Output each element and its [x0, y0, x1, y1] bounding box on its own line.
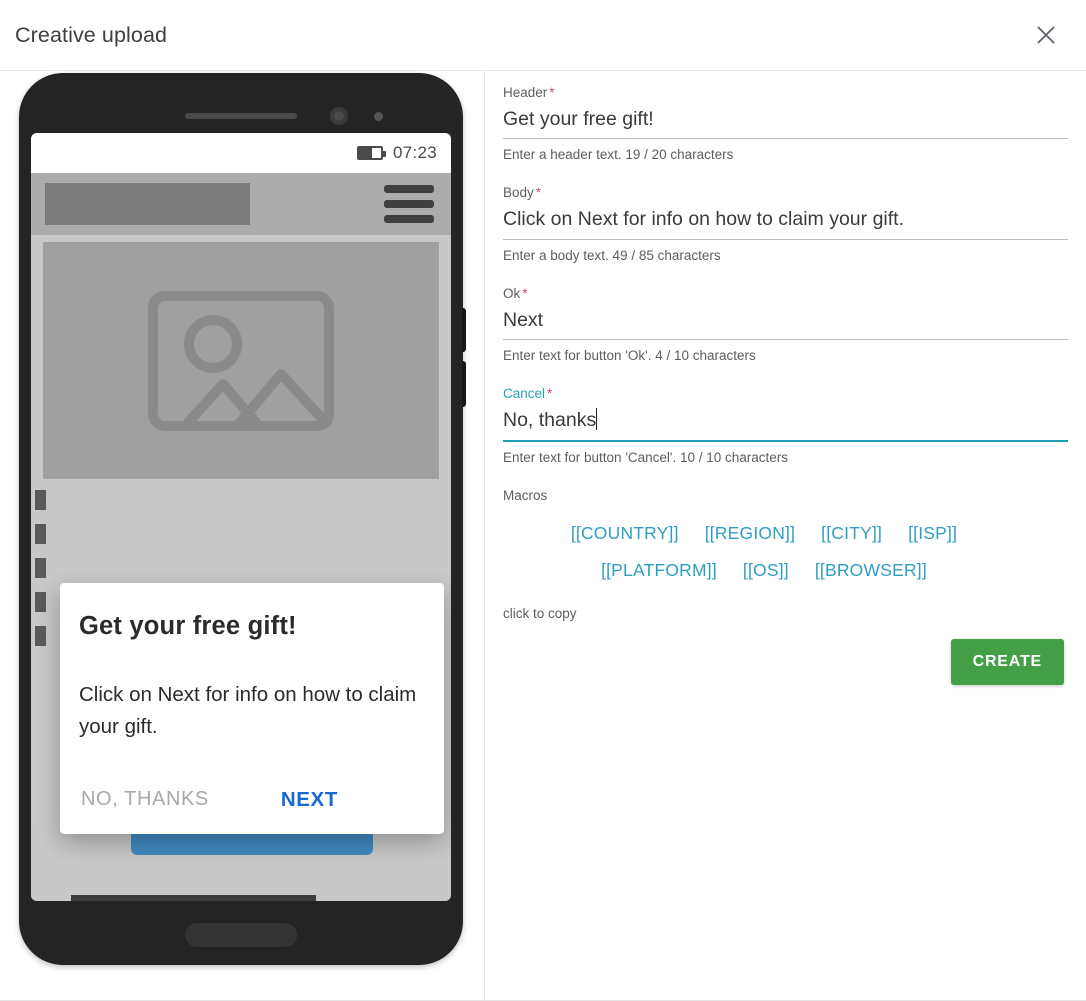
preview-pane: 07:23 Get your free gift! Click on Next … — [0, 71, 485, 1000]
macro-os[interactable]: [[OS]] — [741, 552, 791, 589]
required-marker: * — [522, 285, 528, 301]
field-header-label: Header * — [503, 85, 555, 100]
macros-label: Macros — [503, 487, 548, 503]
create-button[interactable]: CREATE — [950, 638, 1064, 685]
preview-dialog-body: Click on Next for info on how to claim y… — [79, 683, 417, 739]
status-time: 07:23 — [392, 143, 437, 162]
macro-browser[interactable]: [[BROWSER]] — [813, 552, 929, 589]
required-marker: * — [535, 185, 542, 201]
macros-hint: click to copy — [503, 605, 577, 621]
required-marker: * — [547, 386, 553, 402]
close-icon[interactable] — [1028, 17, 1064, 53]
status-bar: 07:23 — [31, 133, 451, 173]
creative-preview-dialog: Get your free gift! Click on Next for in… — [60, 583, 444, 834]
page-title: Creative upload — [15, 22, 168, 47]
field-cancel-label: Cancel * — [503, 386, 553, 402]
text-caret — [596, 408, 598, 431]
field-header: Header * Get your free gift! Enter a head… — [503, 85, 1086, 162]
field-ok-input[interactable]: Next — [503, 308, 1068, 341]
macro-platform[interactable]: [[PLATFORM]] — [599, 552, 719, 589]
mock-side-markers — [35, 490, 46, 646]
field-header-input[interactable]: Get your free gift! — [503, 107, 1068, 140]
preview-ok-button[interactable]: NEXT — [281, 788, 338, 812]
macros-list: [[COUNTRY]] [[REGION]] [[CITY]] [[ISP]] … — [503, 515, 1043, 589]
field-body: Body * Click on Next for info on how to c… — [503, 185, 1086, 263]
preview-cancel-button[interactable]: NO, THANKS — [81, 788, 209, 811]
preview-dialog-actions: NO, THANKS NEXT — [79, 788, 425, 812]
mock-page-content: Get your free gift! Click on Next for in… — [31, 235, 451, 901]
creative-upload-dialog: Creative upload 07:23 Get your free gift… — [0, 0, 1086, 1001]
macro-region[interactable]: [[REGION]] — [703, 515, 797, 552]
field-body-input[interactable]: Click on Next for info on how to claim y… — [503, 207, 1068, 240]
phone-sensor-icon — [374, 112, 383, 121]
phone-home-button — [185, 923, 297, 947]
required-marker: * — [549, 85, 555, 100]
macro-city[interactable]: [[CITY]] — [819, 515, 884, 552]
field-body-label: Body * — [503, 185, 542, 201]
field-ok-label: Ok * — [503, 285, 528, 301]
field-cancel-value: No, thanks — [503, 409, 597, 432]
mock-text-placeholders — [71, 895, 451, 901]
macro-isp[interactable]: [[ISP]] — [906, 515, 959, 552]
phone-speaker-icon — [185, 113, 297, 119]
phone-screen: 07:23 Get your free gift! Click on Next … — [31, 133, 451, 901]
dialog-body: 07:23 Get your free gift! Click on Next … — [0, 71, 1086, 1000]
dialog-header: Creative upload — [0, 0, 1086, 71]
field-ok-hint: Enter text for button 'Ok'. 4 / 10 chara… — [503, 348, 756, 364]
field-header-hint: Enter a header text. 19 / 20 characters — [503, 147, 734, 163]
field-cancel: Cancel * No, thanks Enter text for button… — [503, 386, 1086, 465]
phone-mockup: 07:23 Get your free gift! Click on Next … — [19, 73, 466, 965]
macro-country[interactable]: [[COUNTRY]] — [569, 515, 681, 552]
field-cancel-hint: Enter text for button 'Cancel'. 10 / 10 … — [503, 449, 789, 465]
battery-icon — [356, 146, 386, 160]
field-body-hint: Enter a body text. 49 / 85 characters — [503, 247, 721, 263]
hamburger-menu-icon — [384, 185, 434, 223]
phone-power-button — [462, 361, 466, 407]
mock-logo-placeholder — [45, 183, 250, 225]
phone-camera-icon — [330, 107, 348, 125]
form-actions: CREATE — [503, 621, 1086, 685]
mock-app-bar — [31, 173, 451, 235]
field-ok: Ok * Next Enter text for button 'Ok'. 4 /… — [503, 286, 1086, 363]
macros-section: Macros [[COUNTRY]] [[REGION]] [[CITY]] [… — [503, 488, 1086, 621]
field-cancel-input[interactable]: No, thanks — [503, 408, 1068, 442]
form-pane: Header * Get your free gift! Enter a head… — [485, 71, 1086, 1000]
phone-volume-button — [462, 308, 466, 352]
preview-dialog-title: Get your free gift! — [79, 612, 297, 640]
image-placeholder-icon — [43, 242, 439, 479]
